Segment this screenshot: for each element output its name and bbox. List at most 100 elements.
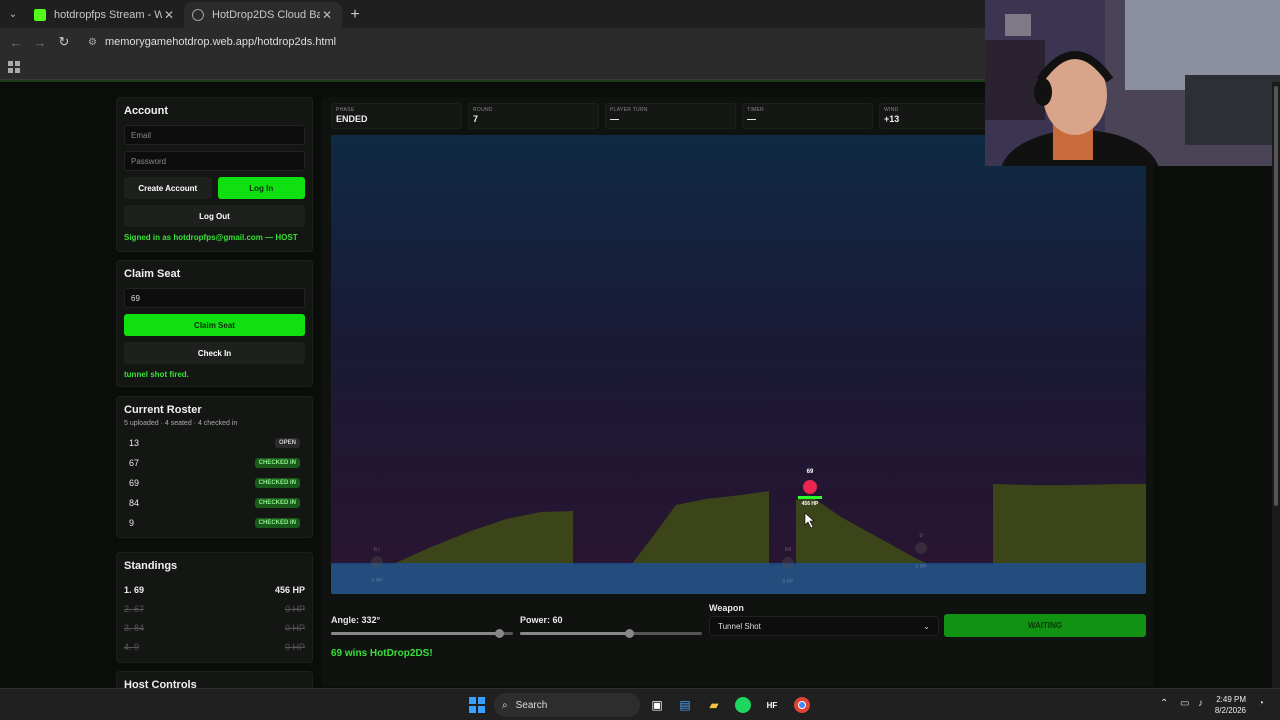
stat-label: PHASE (336, 107, 355, 113)
stat-player-turn: PLAYER TURN — (605, 103, 736, 129)
player-9-hp: 0 HP (915, 564, 927, 570)
wall-picture (1005, 14, 1031, 36)
standing-name: 1. 69 (124, 584, 145, 595)
status-badge: CHECKED IN (254, 498, 300, 508)
status-badge: CHECKED IN (254, 518, 300, 528)
power-slider-knob[interactable] (625, 629, 634, 638)
address-bar[interactable]: ⚙ memorygamehotdrop.web.app/hotdrop2ds.h… (82, 30, 982, 54)
angle-slider[interactable] (331, 629, 513, 638)
seat-input[interactable]: 69 (124, 288, 305, 308)
standing-hp: 0 HP (284, 603, 305, 614)
shelf (985, 40, 1045, 120)
standing-hp: 0 HP (284, 641, 305, 652)
apps-grid-icon[interactable] (8, 61, 20, 73)
kick-favicon-icon (34, 9, 46, 21)
spotify-icon[interactable] (733, 695, 753, 715)
tab-search-icon[interactable]: ⌄ (0, 0, 26, 28)
roster-seat: 69 (129, 478, 140, 488)
chrome-icon[interactable] (792, 695, 812, 715)
standing-name: 4. 9 (124, 641, 140, 652)
tab-stream[interactable]: hotdropfps Stream - Watch Live ✕ (26, 2, 184, 28)
player-9-tank (915, 542, 927, 554)
couch (1185, 75, 1280, 145)
login-button[interactable]: Log In (217, 177, 305, 199)
status-badge: CHECKED IN (254, 458, 300, 468)
logout-button[interactable]: Log Out (124, 205, 305, 227)
close-icon[interactable]: ✕ (320, 8, 334, 22)
file-explorer-icon[interactable]: ▰ (704, 695, 724, 715)
standing-row: 4. 9 0 HP (124, 637, 305, 656)
clock-date: 8/2/2026 (1214, 706, 1246, 715)
taskbar-search[interactable]: ⌕ Search (494, 693, 640, 717)
tab-battle[interactable]: HotDrop2DS Cloud Battle ✕ (184, 2, 342, 28)
game-panel: PHASE ENDED ROUND 7 PLAYER TURN — TIMER — WI… (322, 97, 1154, 687)
weapon-select[interactable]: Tunnel Shot ⌄ (709, 616, 939, 636)
player-84-label: 84 (785, 547, 792, 553)
page-scrollbar[interactable] (1272, 82, 1280, 688)
roster-row: 69 CHECKED IN (124, 473, 305, 493)
forward-arrow-icon[interactable]: → (28, 35, 52, 50)
battlefield-canvas[interactable]: 67 0 HP 84 0 HP 9 0 HP 69 456 HP (331, 135, 1146, 594)
player-69-label: 69 (807, 469, 814, 475)
new-tab-button[interactable]: + (342, 2, 368, 28)
reload-icon[interactable]: ↻ (52, 34, 76, 50)
hud-fx-icon[interactable]: HF (762, 695, 782, 715)
scrollbar-thumb[interactable] (1274, 86, 1278, 506)
standing-row: 3. 84 0 HP (124, 618, 305, 637)
close-icon[interactable]: ✕ (162, 8, 176, 22)
winner-message: 69 wins HotDrop2DS! (331, 648, 433, 659)
webcam-feed (985, 0, 1280, 166)
status-badge: OPEN (274, 438, 300, 448)
site-info-icon[interactable]: ⚙ (88, 37, 97, 48)
player-67-label: 67 (374, 547, 381, 553)
stat-value: — (610, 114, 619, 124)
angle-label: Angle: 332° (331, 615, 381, 625)
tray-chevron-icon[interactable]: ⌃ (1160, 698, 1168, 709)
roster-row: 9 CHECKED IN (124, 513, 305, 533)
player-69-tank (803, 480, 817, 494)
stat-timer: TIMER — (742, 103, 873, 129)
weapon-label: Weapon (709, 603, 744, 613)
stat-value: ENDED (336, 114, 368, 124)
tab-title: hotdropfps Stream - Watch Live (54, 9, 162, 21)
speaker-icon[interactable]: ♪ (1198, 698, 1203, 709)
roster-row: 84 CHECKED IN (124, 493, 305, 513)
fire-button[interactable]: WAITING (944, 614, 1146, 637)
status-badge: CHECKED IN (254, 478, 300, 488)
roster-card: Current Roster 5 uploaded · 4 seated · 4… (116, 396, 313, 538)
power-slider-fill (520, 632, 629, 635)
claim-seat-button[interactable]: Claim Seat (124, 314, 305, 336)
globe-favicon-icon (192, 9, 204, 21)
roster-seat: 84 (129, 498, 140, 508)
stat-value: — (747, 114, 756, 124)
email-field[interactable]: Email (124, 125, 305, 145)
password-field[interactable]: Password (124, 151, 305, 171)
account-status: Signed in as hotdropfps@gmail.com — HOST (124, 233, 298, 242)
standing-row: 1. 69 456 HP (124, 580, 305, 599)
taskbar-clock[interactable]: 2:49 PM 8/2/2026 (1215, 694, 1246, 716)
angle-slider-knob[interactable] (495, 629, 504, 638)
check-in-button[interactable]: Check In (124, 342, 305, 364)
back-arrow-icon[interactable]: ← (4, 35, 28, 50)
windows-start-icon[interactable] (467, 695, 487, 715)
player-69-health-bar (798, 496, 822, 499)
stat-round: ROUND 7 (468, 103, 599, 129)
account-title: Account (124, 105, 168, 117)
player-67-tank (371, 556, 383, 568)
search-label: Search (515, 699, 548, 711)
power-slider[interactable] (520, 629, 702, 638)
headset-ear (1034, 78, 1052, 106)
power-label: Power: 60 (520, 615, 563, 625)
roster-row: 13 OPEN (124, 433, 305, 453)
webcam-overlay (985, 0, 1280, 166)
tab-title: HotDrop2DS Cloud Battle (212, 9, 320, 21)
clock-time: 2:49 PM (1216, 695, 1246, 704)
notification-bell-icon[interactable]: ◔ (1258, 698, 1264, 709)
stat-label: PLAYER TURN (610, 107, 648, 113)
claim-seat-card: Claim Seat 69 Claim Seat Check In tunnel… (116, 260, 313, 387)
create-account-button[interactable]: Create Account (124, 177, 212, 199)
notepad-icon[interactable]: ▤ (675, 695, 695, 715)
task-view-icon[interactable]: ▣ (647, 695, 667, 715)
stat-value: 7 (473, 114, 479, 124)
network-icon[interactable]: ▭ (1180, 698, 1189, 709)
